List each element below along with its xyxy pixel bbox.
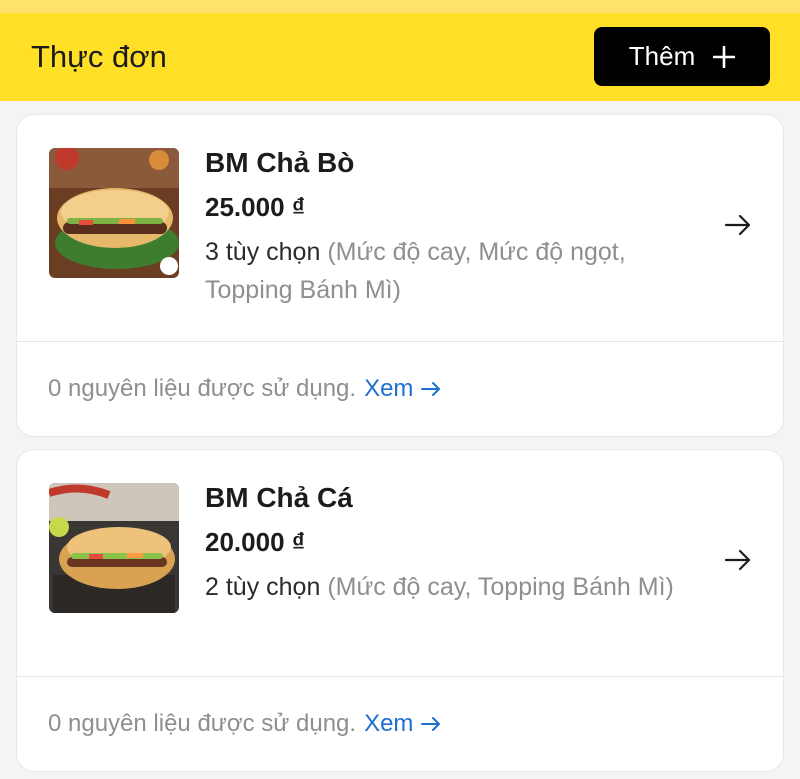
view-ingredients-link[interactable]: Xem <box>364 710 441 738</box>
add-item-button[interactable]: Thêm <box>594 27 770 86</box>
ingredients-text: 0 nguyên liệu được sử dụng. <box>48 375 357 402</box>
view-ingredients-link[interactable]: Xem <box>364 375 441 403</box>
ingredients-row: 0 nguyên liệu được sử dụng. Xem <box>17 342 783 436</box>
options-count: 2 tùy chọn <box>205 573 321 601</box>
banh-mi-photo-icon <box>49 483 179 613</box>
banh-mi-photo-icon <box>49 148 179 278</box>
item-name: BM Chả Cá <box>205 482 353 513</box>
options-list: (Mức độ cay, Topping Bánh Mì) <box>327 573 674 601</box>
ingredients-row: 0 nguyên liệu được sử dụng. Xem <box>17 677 783 771</box>
view-link-label: Xem <box>364 375 414 402</box>
menu-item-summary[interactable]: BM Chả Cá 20.000 ₫ 2 tùy chọn (Mức độ ca… <box>17 450 783 677</box>
menu-item-summary[interactable]: BM Chả Bò 25.000 ₫ 3 tùy chọn (Mức độ ca… <box>17 115 783 342</box>
menu-item-card: BM Chả Bò 25.000 ₫ 3 tùy chọn (Mức độ ca… <box>16 114 784 437</box>
item-price: 20.000 ₫ <box>205 527 306 557</box>
app-header: Thực đơn Thêm <box>0 0 800 101</box>
arrow-right-icon[interactable] <box>723 210 753 240</box>
add-button-label: Thêm <box>628 41 696 71</box>
options-count: 3 tùy chọn <box>205 238 321 266</box>
item-name: BM Chả Bò <box>205 147 355 178</box>
plus-icon <box>713 45 736 68</box>
ingredients-text: 0 nguyên liệu được sử dụng. <box>48 710 357 737</box>
item-options: 2 tùy chọn (Mức độ cay, Topping Bánh Mì) <box>205 568 695 606</box>
page-title: Thực đơn <box>31 39 167 74</box>
item-price: 25.000 ₫ <box>205 192 306 222</box>
arrow-right-icon <box>421 717 441 731</box>
view-link-label: Xem <box>364 710 414 737</box>
item-options: 3 tùy chọn (Mức độ cay, Mức độ ngọt, Top… <box>205 233 695 309</box>
menu-item-card: BM Chả Cá 20.000 ₫ 2 tùy chọn (Mức độ ca… <box>16 449 784 772</box>
arrow-right-icon <box>421 382 441 396</box>
arrow-right-icon[interactable] <box>723 545 753 575</box>
